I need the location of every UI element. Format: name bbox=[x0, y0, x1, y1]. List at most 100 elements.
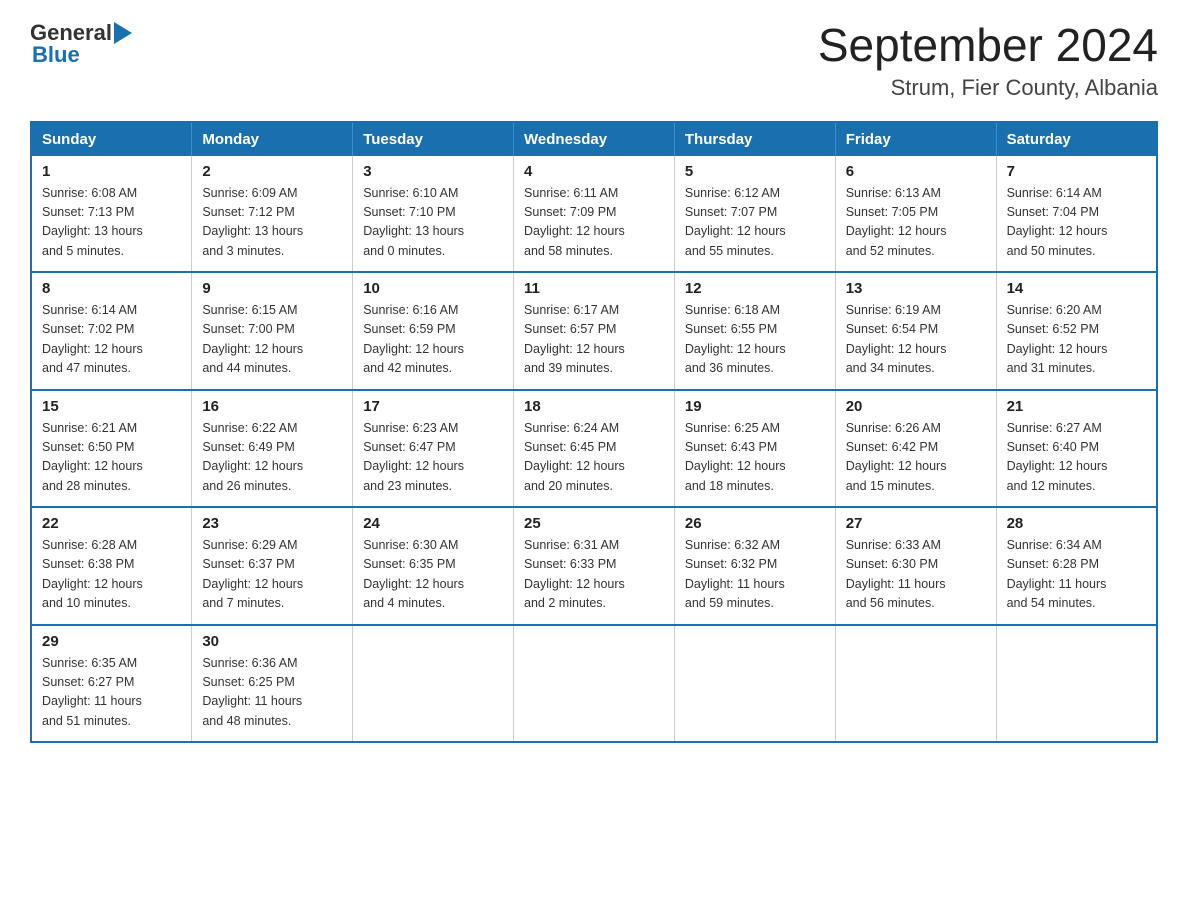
day-info: Sunrise: 6:09 AMSunset: 7:12 PMDaylight:… bbox=[202, 184, 342, 262]
day-info: Sunrise: 6:28 AMSunset: 6:38 PMDaylight:… bbox=[42, 536, 181, 614]
logo-arrow-icon bbox=[114, 22, 132, 44]
calendar-cell: 6 Sunrise: 6:13 AMSunset: 7:05 PMDaylight… bbox=[835, 156, 996, 273]
calendar-cell: 14 Sunrise: 6:20 AMSunset: 6:52 PMDayligh… bbox=[996, 272, 1157, 390]
day-number: 2 bbox=[202, 163, 342, 180]
day-info: Sunrise: 6:12 AMSunset: 7:07 PMDaylight:… bbox=[685, 184, 825, 262]
location-subtitle: Strum, Fier County, Albania bbox=[818, 75, 1158, 101]
day-info: Sunrise: 6:36 AMSunset: 6:25 PMDaylight:… bbox=[202, 654, 342, 732]
day-number: 8 bbox=[42, 280, 181, 297]
day-number: 29 bbox=[42, 633, 181, 650]
day-number: 15 bbox=[42, 398, 181, 415]
calendar-week-row: 29Sunrise: 6:35 AMSunset: 6:27 PMDayligh… bbox=[31, 625, 1157, 743]
calendar-cell: 27Sunrise: 6:33 AMSunset: 6:30 PMDayligh… bbox=[835, 507, 996, 625]
day-number: 18 bbox=[524, 398, 664, 415]
calendar-cell: 11 Sunrise: 6:17 AMSunset: 6:57 PMDayligh… bbox=[514, 272, 675, 390]
calendar-cell: 15 Sunrise: 6:21 AMSunset: 6:50 PMDayligh… bbox=[31, 390, 192, 508]
calendar-cell: 18 Sunrise: 6:24 AMSunset: 6:45 PMDayligh… bbox=[514, 390, 675, 508]
calendar-cell: 23 Sunrise: 6:29 AMSunset: 6:37 PMDayligh… bbox=[192, 507, 353, 625]
day-info: Sunrise: 6:14 AMSunset: 7:02 PMDaylight:… bbox=[42, 301, 181, 379]
day-info: Sunrise: 6:10 AMSunset: 7:10 PMDaylight:… bbox=[363, 184, 503, 262]
calendar-cell: 20 Sunrise: 6:26 AMSunset: 6:42 PMDayligh… bbox=[835, 390, 996, 508]
col-header-thursday: Thursday bbox=[674, 122, 835, 156]
day-info: Sunrise: 6:30 AMSunset: 6:35 PMDaylight:… bbox=[363, 536, 503, 614]
day-number: 3 bbox=[363, 163, 503, 180]
day-number: 21 bbox=[1007, 398, 1146, 415]
day-info: Sunrise: 6:11 AMSunset: 7:09 PMDaylight:… bbox=[524, 184, 664, 262]
day-info: Sunrise: 6:16 AMSunset: 6:59 PMDaylight:… bbox=[363, 301, 503, 379]
day-number: 16 bbox=[202, 398, 342, 415]
day-number: 19 bbox=[685, 398, 825, 415]
calendar-cell: 25 Sunrise: 6:31 AMSunset: 6:33 PMDayligh… bbox=[514, 507, 675, 625]
day-number: 22 bbox=[42, 515, 181, 532]
day-info: Sunrise: 6:19 AMSunset: 6:54 PMDaylight:… bbox=[846, 301, 986, 379]
day-number: 28 bbox=[1007, 515, 1146, 532]
calendar-cell: 24 Sunrise: 6:30 AMSunset: 6:35 PMDayligh… bbox=[353, 507, 514, 625]
calendar-cell: 26 Sunrise: 6:32 AMSunset: 6:32 PMDayligh… bbox=[674, 507, 835, 625]
calendar-cell: 2 Sunrise: 6:09 AMSunset: 7:12 PMDaylight… bbox=[192, 156, 353, 273]
day-number: 5 bbox=[685, 163, 825, 180]
calendar-cell: 9Sunrise: 6:15 AMSunset: 7:00 PMDaylight… bbox=[192, 272, 353, 390]
calendar-cell bbox=[514, 625, 675, 743]
calendar-table: SundayMondayTuesdayWednesdayThursdayFrid… bbox=[30, 121, 1158, 744]
day-number: 24 bbox=[363, 515, 503, 532]
calendar-week-row: 22 Sunrise: 6:28 AMSunset: 6:38 PMDayligh… bbox=[31, 507, 1157, 625]
day-info: Sunrise: 6:29 AMSunset: 6:37 PMDaylight:… bbox=[202, 536, 342, 614]
calendar-cell: 5 Sunrise: 6:12 AMSunset: 7:07 PMDaylight… bbox=[674, 156, 835, 273]
calendar-week-row: 1Sunrise: 6:08 AMSunset: 7:13 PMDaylight… bbox=[31, 156, 1157, 273]
calendar-week-row: 8 Sunrise: 6:14 AMSunset: 7:02 PMDaylight… bbox=[31, 272, 1157, 390]
day-number: 23 bbox=[202, 515, 342, 532]
day-number: 9 bbox=[202, 280, 342, 297]
calendar-cell: 28 Sunrise: 6:34 AMSunset: 6:28 PMDayligh… bbox=[996, 507, 1157, 625]
col-header-sunday: Sunday bbox=[31, 122, 192, 156]
calendar-cell: 29Sunrise: 6:35 AMSunset: 6:27 PMDayligh… bbox=[31, 625, 192, 743]
day-number: 20 bbox=[846, 398, 986, 415]
day-number: 14 bbox=[1007, 280, 1146, 297]
day-info: Sunrise: 6:31 AMSunset: 6:33 PMDaylight:… bbox=[524, 536, 664, 614]
day-info: Sunrise: 6:18 AMSunset: 6:55 PMDaylight:… bbox=[685, 301, 825, 379]
day-info: Sunrise: 6:22 AMSunset: 6:49 PMDaylight:… bbox=[202, 419, 342, 497]
calendar-cell: 12 Sunrise: 6:18 AMSunset: 6:55 PMDayligh… bbox=[674, 272, 835, 390]
day-number: 4 bbox=[524, 163, 664, 180]
day-info: Sunrise: 6:33 AMSunset: 6:30 PMDaylight:… bbox=[846, 536, 986, 614]
day-number: 17 bbox=[363, 398, 503, 415]
day-number: 12 bbox=[685, 280, 825, 297]
day-info: Sunrise: 6:21 AMSunset: 6:50 PMDaylight:… bbox=[42, 419, 181, 497]
day-info: Sunrise: 6:34 AMSunset: 6:28 PMDaylight:… bbox=[1007, 536, 1146, 614]
day-info: Sunrise: 6:32 AMSunset: 6:32 PMDaylight:… bbox=[685, 536, 825, 614]
day-info: Sunrise: 6:24 AMSunset: 6:45 PMDaylight:… bbox=[524, 419, 664, 497]
day-info: Sunrise: 6:08 AMSunset: 7:13 PMDaylight:… bbox=[42, 184, 181, 262]
calendar-cell: 16 Sunrise: 6:22 AMSunset: 6:49 PMDayligh… bbox=[192, 390, 353, 508]
day-number: 6 bbox=[846, 163, 986, 180]
day-info: Sunrise: 6:26 AMSunset: 6:42 PMDaylight:… bbox=[846, 419, 986, 497]
day-number: 10 bbox=[363, 280, 503, 297]
calendar-cell: 19 Sunrise: 6:25 AMSunset: 6:43 PMDayligh… bbox=[674, 390, 835, 508]
day-number: 26 bbox=[685, 515, 825, 532]
month-year-title: September 2024 bbox=[818, 20, 1158, 71]
col-header-saturday: Saturday bbox=[996, 122, 1157, 156]
day-info: Sunrise: 6:23 AMSunset: 6:47 PMDaylight:… bbox=[363, 419, 503, 497]
col-header-tuesday: Tuesday bbox=[353, 122, 514, 156]
calendar-header-row: SundayMondayTuesdayWednesdayThursdayFrid… bbox=[31, 122, 1157, 156]
calendar-cell: 17 Sunrise: 6:23 AMSunset: 6:47 PMDayligh… bbox=[353, 390, 514, 508]
calendar-cell bbox=[674, 625, 835, 743]
col-header-monday: Monday bbox=[192, 122, 353, 156]
day-info: Sunrise: 6:20 AMSunset: 6:52 PMDaylight:… bbox=[1007, 301, 1146, 379]
calendar-cell: 10 Sunrise: 6:16 AMSunset: 6:59 PMDayligh… bbox=[353, 272, 514, 390]
calendar-cell: 21 Sunrise: 6:27 AMSunset: 6:40 PMDayligh… bbox=[996, 390, 1157, 508]
calendar-cell: 3 Sunrise: 6:10 AMSunset: 7:10 PMDaylight… bbox=[353, 156, 514, 273]
calendar-week-row: 15 Sunrise: 6:21 AMSunset: 6:50 PMDayligh… bbox=[31, 390, 1157, 508]
logo-blue-text: Blue bbox=[32, 42, 80, 67]
day-info: Sunrise: 6:13 AMSunset: 7:05 PMDaylight:… bbox=[846, 184, 986, 262]
logo: General Blue bbox=[30, 20, 132, 68]
title-block: September 2024 Strum, Fier County, Alban… bbox=[818, 20, 1158, 101]
day-info: Sunrise: 6:25 AMSunset: 6:43 PMDaylight:… bbox=[685, 419, 825, 497]
day-number: 25 bbox=[524, 515, 664, 532]
day-number: 11 bbox=[524, 280, 664, 297]
day-info: Sunrise: 6:27 AMSunset: 6:40 PMDaylight:… bbox=[1007, 419, 1146, 497]
day-info: Sunrise: 6:17 AMSunset: 6:57 PMDaylight:… bbox=[524, 301, 664, 379]
day-info: Sunrise: 6:14 AMSunset: 7:04 PMDaylight:… bbox=[1007, 184, 1146, 262]
calendar-cell: 8 Sunrise: 6:14 AMSunset: 7:02 PMDaylight… bbox=[31, 272, 192, 390]
calendar-cell: 30Sunrise: 6:36 AMSunset: 6:25 PMDayligh… bbox=[192, 625, 353, 743]
day-number: 13 bbox=[846, 280, 986, 297]
calendar-cell bbox=[835, 625, 996, 743]
